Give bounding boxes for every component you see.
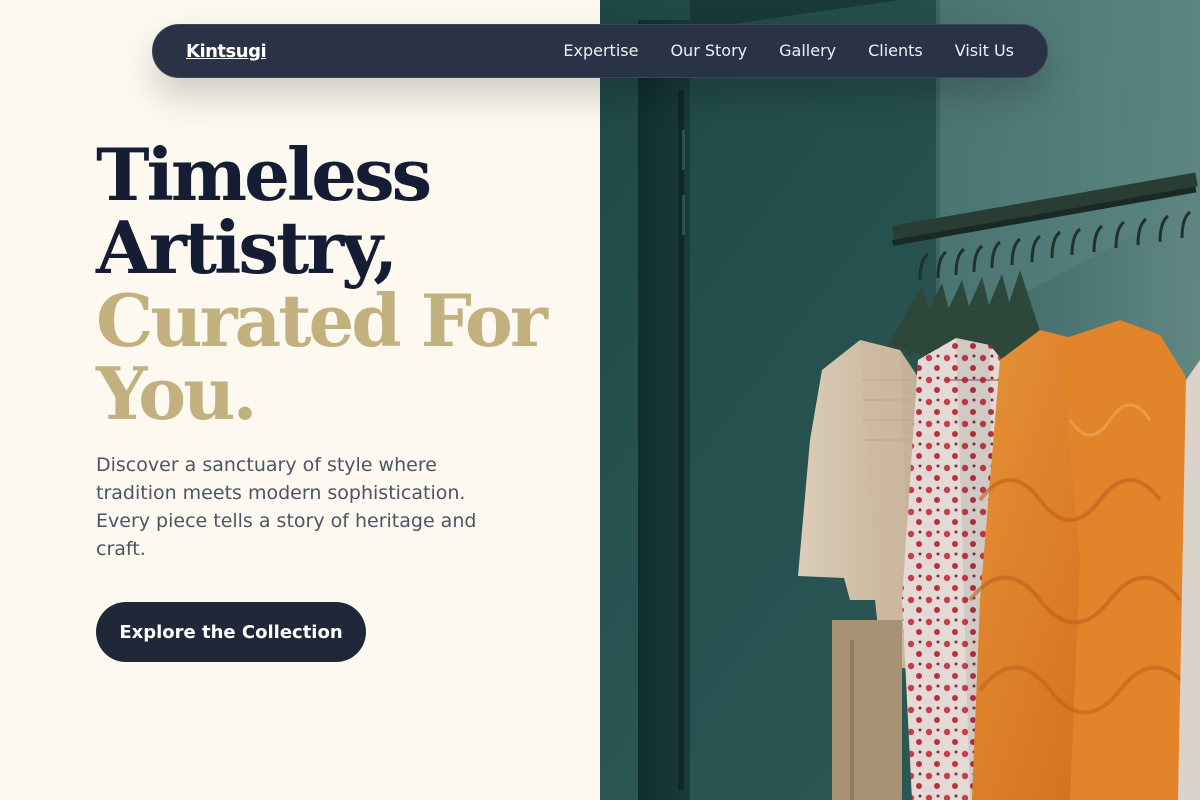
hero-headline: Timeless Artistry, Curated For You. — [96, 138, 566, 430]
nav-item-our-story: Our Story — [670, 41, 747, 61]
headline-line-4: You. — [96, 351, 258, 436]
headline-line-1: Timeless — [96, 132, 432, 217]
nav-link-expertise[interactable]: Expertise — [563, 41, 638, 60]
explore-collection-button[interactable]: Explore the Collection — [96, 602, 366, 662]
nav-link-visit-us[interactable]: Visit Us — [955, 41, 1014, 60]
hero-content: Timeless Artistry, Curated For You. Disc… — [0, 0, 600, 800]
headline-line-3: Curated For — [96, 278, 548, 363]
nav-links: Expertise Our Story Gallery Clients Visi… — [563, 41, 1014, 61]
nav-item-clients: Clients — [868, 41, 923, 61]
nav-item-gallery: Gallery — [779, 41, 836, 61]
nav-item-visit-us: Visit Us — [955, 41, 1014, 61]
hero-description: Discover a sanctuary of style where trad… — [96, 454, 477, 560]
nav-link-our-story[interactable]: Our Story — [670, 41, 747, 60]
nav-link-clients[interactable]: Clients — [868, 41, 923, 60]
brand-logo[interactable]: Kintsugi — [186, 41, 267, 62]
nav-link-gallery[interactable]: Gallery — [779, 41, 836, 60]
clothing-rack-photo — [600, 0, 1200, 800]
hero-image — [600, 0, 1200, 800]
headline-line-2: Artistry, — [96, 205, 398, 290]
top-navbar: Kintsugi Expertise Our Story Gallery Cli… — [152, 24, 1048, 78]
nav-item-expertise: Expertise — [563, 41, 638, 61]
